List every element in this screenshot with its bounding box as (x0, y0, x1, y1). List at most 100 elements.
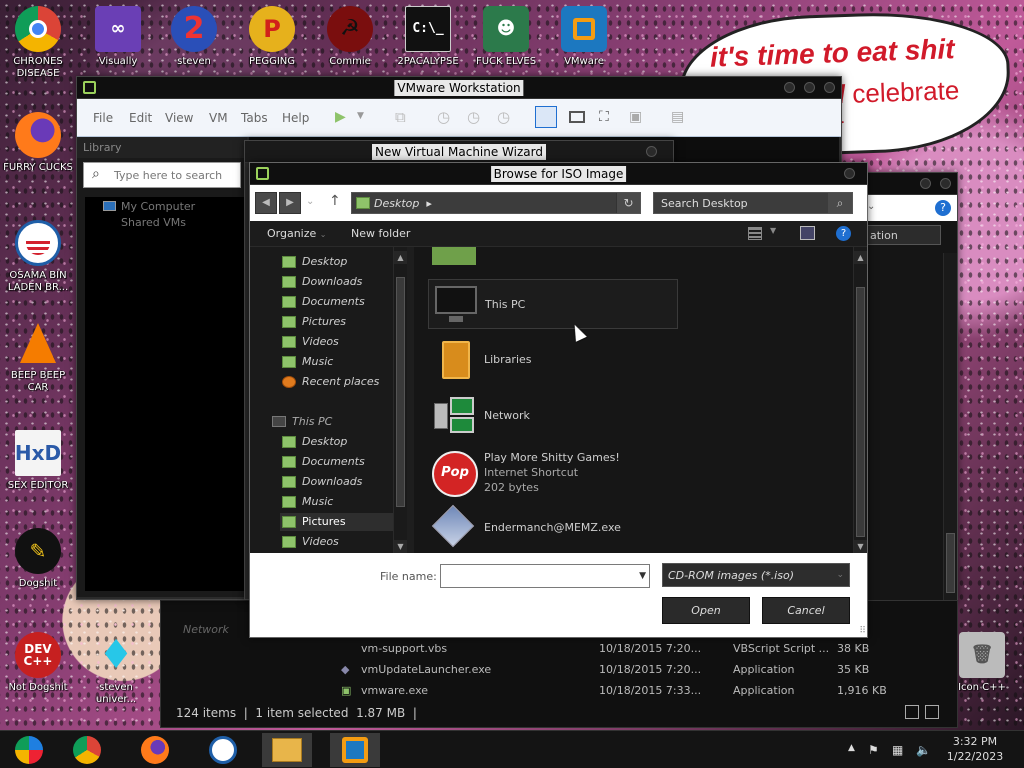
explorer-close-button[interactable] (940, 178, 951, 189)
clock-revert-icon[interactable]: ◷ (467, 108, 480, 126)
wizard-titlebar[interactable]: New Virtual Machine Wizard (245, 141, 673, 163)
clock[interactable]: 3:32 PM 1/22/2023 (940, 734, 1010, 764)
minimize-button[interactable] (784, 82, 795, 93)
menu-vm[interactable]: VM (209, 111, 228, 125)
up-arrow-icon[interactable]: ↑ (329, 193, 341, 209)
desktop-icon-2pacalypse[interactable]: C:\_ 2PACALYPSE (390, 6, 466, 68)
table-row[interactable]: ◆ vmUpdateLauncher.exe 10/18/2015 7:20..… (341, 660, 869, 680)
library-tree[interactable]: My Computer Shared VMs (85, 197, 247, 591)
list-view-icon[interactable] (905, 705, 919, 719)
explorer-minimize-button[interactable] (920, 178, 931, 189)
nav-item-documents[interactable]: Documents (280, 293, 365, 311)
desktop-icon-steven[interactable]: 2 steven (156, 6, 232, 68)
scroll-up-arrow[interactable]: ▲ (854, 251, 867, 264)
menu-view[interactable]: View (165, 111, 193, 125)
list-item-this-pc[interactable]: This PC (428, 279, 678, 329)
volume-icon[interactable]: 🔈 (916, 743, 931, 757)
nav-item-pc-desktop[interactable]: Desktop (280, 433, 347, 451)
breadcrumb-desktop[interactable]: Desktop ▸ (374, 197, 432, 210)
taskbar-vmware[interactable] (330, 733, 380, 767)
scroll-down-arrow[interactable]: ▼ (394, 540, 407, 553)
tree-item-shared-vms[interactable]: Shared VMs (85, 215, 247, 231)
view-options-icon[interactable] (748, 227, 762, 240)
search-input[interactable]: Search Desktop ⌕ (653, 192, 853, 214)
forward-button[interactable]: ▶ (279, 192, 301, 214)
close-button[interactable] (824, 82, 835, 93)
scroll-up-arrow[interactable]: ▲ (394, 251, 407, 264)
nav-item-pc-music[interactable]: Music (280, 493, 333, 511)
recent-locations-icon[interactable]: ⌄ (306, 196, 314, 207)
scroll-thumb[interactable] (396, 277, 405, 507)
desktop-icon-osama[interactable]: OSAMA BIN LADEN BR... (0, 220, 76, 294)
maximize-button[interactable] (804, 82, 815, 93)
taskbar-chrome-colored[interactable] (4, 733, 54, 767)
cancel-button[interactable]: Cancel (762, 597, 850, 624)
file-type-select[interactable]: CD-ROM images (*.iso) ⌄ (662, 563, 850, 587)
desktop-icon-elves[interactable]: ☻ FUCK ELVES (468, 6, 544, 68)
nav-item-pc-pictures[interactable]: Pictures (280, 513, 398, 531)
desktop-icon-dogshit[interactable]: ✎ Dogshit (0, 528, 76, 590)
refresh-icon[interactable]: ↻ (616, 193, 640, 213)
scroll-down-arrow[interactable]: ▼ (854, 540, 867, 553)
play-icon[interactable]: ▶ (335, 109, 346, 125)
chevron-down-icon[interactable]: ⌄ (867, 201, 875, 212)
unity-icon[interactable]: ▣ (629, 109, 642, 125)
wizard-close-button[interactable] (646, 146, 657, 157)
new-folder-button[interactable]: New folder (351, 227, 410, 240)
scroll-thumb[interactable] (856, 287, 865, 537)
desktop-icon-commie[interactable]: ☭ Commie (312, 6, 388, 68)
desktop-icon-furry[interactable]: FURRY CUCKS (0, 112, 76, 174)
desktop-icon-vmware[interactable]: VMware (546, 6, 622, 68)
nav-pane-scrollbar[interactable]: ▲ ▼ (393, 247, 407, 553)
table-row[interactable]: ▣ vmware.exe 10/18/2015 7:33... Applicat… (341, 681, 887, 701)
preview-pane-icon[interactable] (800, 226, 815, 240)
list-item-network[interactable]: Network (428, 391, 678, 441)
taskbar-chrome[interactable] (62, 733, 112, 767)
clock-manage-icon[interactable]: ◷ (497, 108, 510, 126)
sidebar-toggle-icon[interactable] (535, 106, 557, 128)
explorer-titlebar[interactable] (861, 173, 957, 195)
desktop-icon-chrones[interactable]: CHRONES DISEASE (0, 6, 76, 80)
nav-item-pictures[interactable]: Pictures (280, 313, 346, 331)
nav-item-downloads[interactable]: Downloads (280, 273, 362, 291)
snapshot-icon[interactable]: ⧉ (395, 108, 406, 126)
desktop-icon-devcpp[interactable]: DEV C++ Not Dogshit (0, 632, 76, 694)
search-icon[interactable]: ⌕ (828, 193, 852, 213)
browse-iso-dialog[interactable]: Browse for ISO Image ◀ ▶ ⌄ ↑ Desktop ▸ ↻… (249, 162, 868, 638)
console-view-icon[interactable]: ▤ (671, 109, 684, 125)
nav-item-pc-documents[interactable]: Documents (280, 453, 365, 471)
browse-titlebar[interactable]: Browse for ISO Image (250, 163, 867, 185)
help-icon[interactable]: ? (935, 200, 951, 216)
back-button[interactable]: ◀ (255, 192, 277, 214)
library-search-input[interactable]: ⌕ Type here to search (83, 162, 241, 188)
flag-icon[interactable]: ⚑ (868, 743, 879, 757)
clock-icon[interactable]: ◷ (437, 108, 450, 126)
nav-network-item[interactable]: Network (183, 623, 229, 636)
desktop-icon-beep[interactable]: BEEP BEEP CAR (0, 320, 76, 394)
chevron-down-icon[interactable]: ▼ (639, 571, 646, 581)
path-breadcrumb[interactable]: Desktop ▸ ↻ (351, 192, 641, 214)
nav-item-this-pc[interactable]: This PC (270, 413, 332, 431)
list-item-libraries[interactable]: Libraries (428, 335, 678, 385)
list-item-popcap-shortcut[interactable]: Pop Play More Shitty Games! Internet Sho… (428, 447, 678, 497)
menu-edit[interactable]: Edit (129, 111, 152, 125)
taskbar-firefox[interactable] (130, 733, 180, 767)
show-hidden-icons-icon[interactable]: ▲ (848, 743, 855, 753)
details-view-icon[interactable] (925, 705, 939, 719)
list-item-memz-exe[interactable]: Endermanch@MEMZ.exe (428, 503, 678, 553)
desktop-icon-visually[interactable]: ∞ Visually (80, 6, 156, 68)
table-row[interactable]: vm-support.vbs 10/18/2015 7:20... VBScri… (341, 639, 869, 659)
open-button[interactable]: Open (662, 597, 750, 624)
dialog-close-button[interactable] (844, 168, 855, 179)
file-view[interactable]: This PC Libraries Network Pop Play More … (414, 247, 854, 553)
help-icon[interactable]: ? (836, 226, 851, 241)
desktop-icon-pegging[interactable]: P PEGGING (234, 6, 310, 68)
nav-item-music[interactable]: Music (280, 353, 333, 371)
nav-item-desktop[interactable]: Desktop (280, 253, 347, 271)
taskbar-obama[interactable] (198, 733, 248, 767)
explorer-window-behind[interactable]: ⌄ ? ation (860, 172, 958, 603)
desktop-icon-hxd[interactable]: HxD SEX EDITOR (0, 430, 76, 492)
navigation-pane[interactable]: Desktop Downloads Documents Pictures Vid… (250, 247, 400, 553)
menu-tabs[interactable]: Tabs (241, 111, 268, 125)
thumbnail-bar-icon[interactable] (569, 111, 585, 123)
